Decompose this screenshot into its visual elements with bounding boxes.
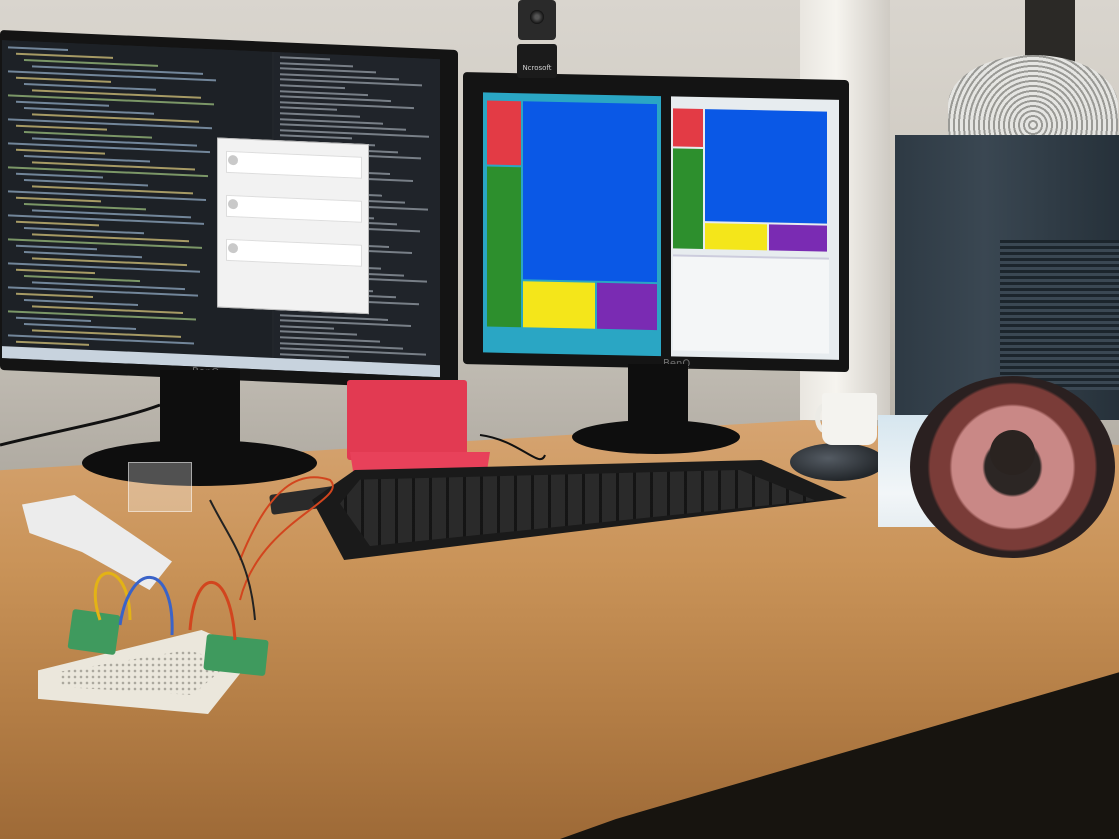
code-line (16, 196, 101, 203)
code-line (16, 124, 107, 131)
webcam-brand-label: Ncrosoft (522, 64, 552, 72)
sensor-module (67, 608, 121, 656)
right-monitor-screen-right-window (671, 96, 839, 360)
webcam-lens-icon (530, 10, 544, 24)
red-tile (487, 100, 521, 166)
chat-dialog-window (217, 137, 369, 315)
green-tile (673, 148, 703, 250)
led-reel-hub (990, 430, 1035, 475)
user-avatar-icon (228, 154, 238, 166)
code-line (16, 76, 111, 83)
purple-tile (769, 224, 827, 252)
log-line (280, 134, 352, 140)
code-line (16, 340, 89, 346)
log-line (280, 84, 345, 90)
code-line (16, 268, 95, 275)
log-line (280, 61, 353, 68)
log-line (280, 112, 360, 118)
log-line (280, 353, 349, 359)
right-monitor-base (572, 420, 740, 454)
chat-row (226, 194, 362, 223)
user-avatar-icon (228, 198, 238, 210)
yellow-tile (705, 223, 767, 251)
sensor-module (203, 633, 269, 677)
log-line (280, 89, 368, 96)
log-line (280, 325, 334, 330)
code-line (16, 100, 109, 107)
log-line (280, 56, 330, 61)
pc-tower-vent (1000, 240, 1119, 390)
green-tile (487, 166, 521, 328)
chat-row (226, 150, 362, 179)
acrylic-block (128, 462, 192, 512)
code-line (16, 148, 105, 155)
red-tile (673, 108, 703, 148)
left-monitor-neck (160, 370, 240, 450)
blue-tile (705, 109, 827, 224)
right-monitor: BenQ (463, 72, 849, 373)
code-line (8, 46, 68, 51)
code-line (16, 172, 103, 179)
left-monitor-screen (2, 40, 440, 378)
user-avatar-icon (228, 242, 238, 254)
code-line (16, 292, 93, 299)
yellow-tile (523, 281, 595, 329)
mouse (790, 443, 885, 481)
webcam-clip: Ncrosoft (517, 44, 557, 78)
left-monitor: BenQ (0, 30, 458, 390)
devtools-panel (673, 254, 829, 354)
log-line (280, 330, 357, 336)
code-line (16, 220, 99, 227)
coffee-mug (822, 393, 877, 445)
right-monitor-screen-left-window (483, 92, 661, 357)
log-line (280, 106, 337, 112)
code-line (16, 316, 91, 322)
blue-tile (523, 101, 657, 283)
code-line (16, 52, 113, 59)
purple-tile (597, 282, 657, 331)
left-monitor-base (82, 440, 317, 486)
chat-row (226, 238, 362, 267)
code-line (16, 244, 97, 251)
red-case (347, 380, 467, 460)
